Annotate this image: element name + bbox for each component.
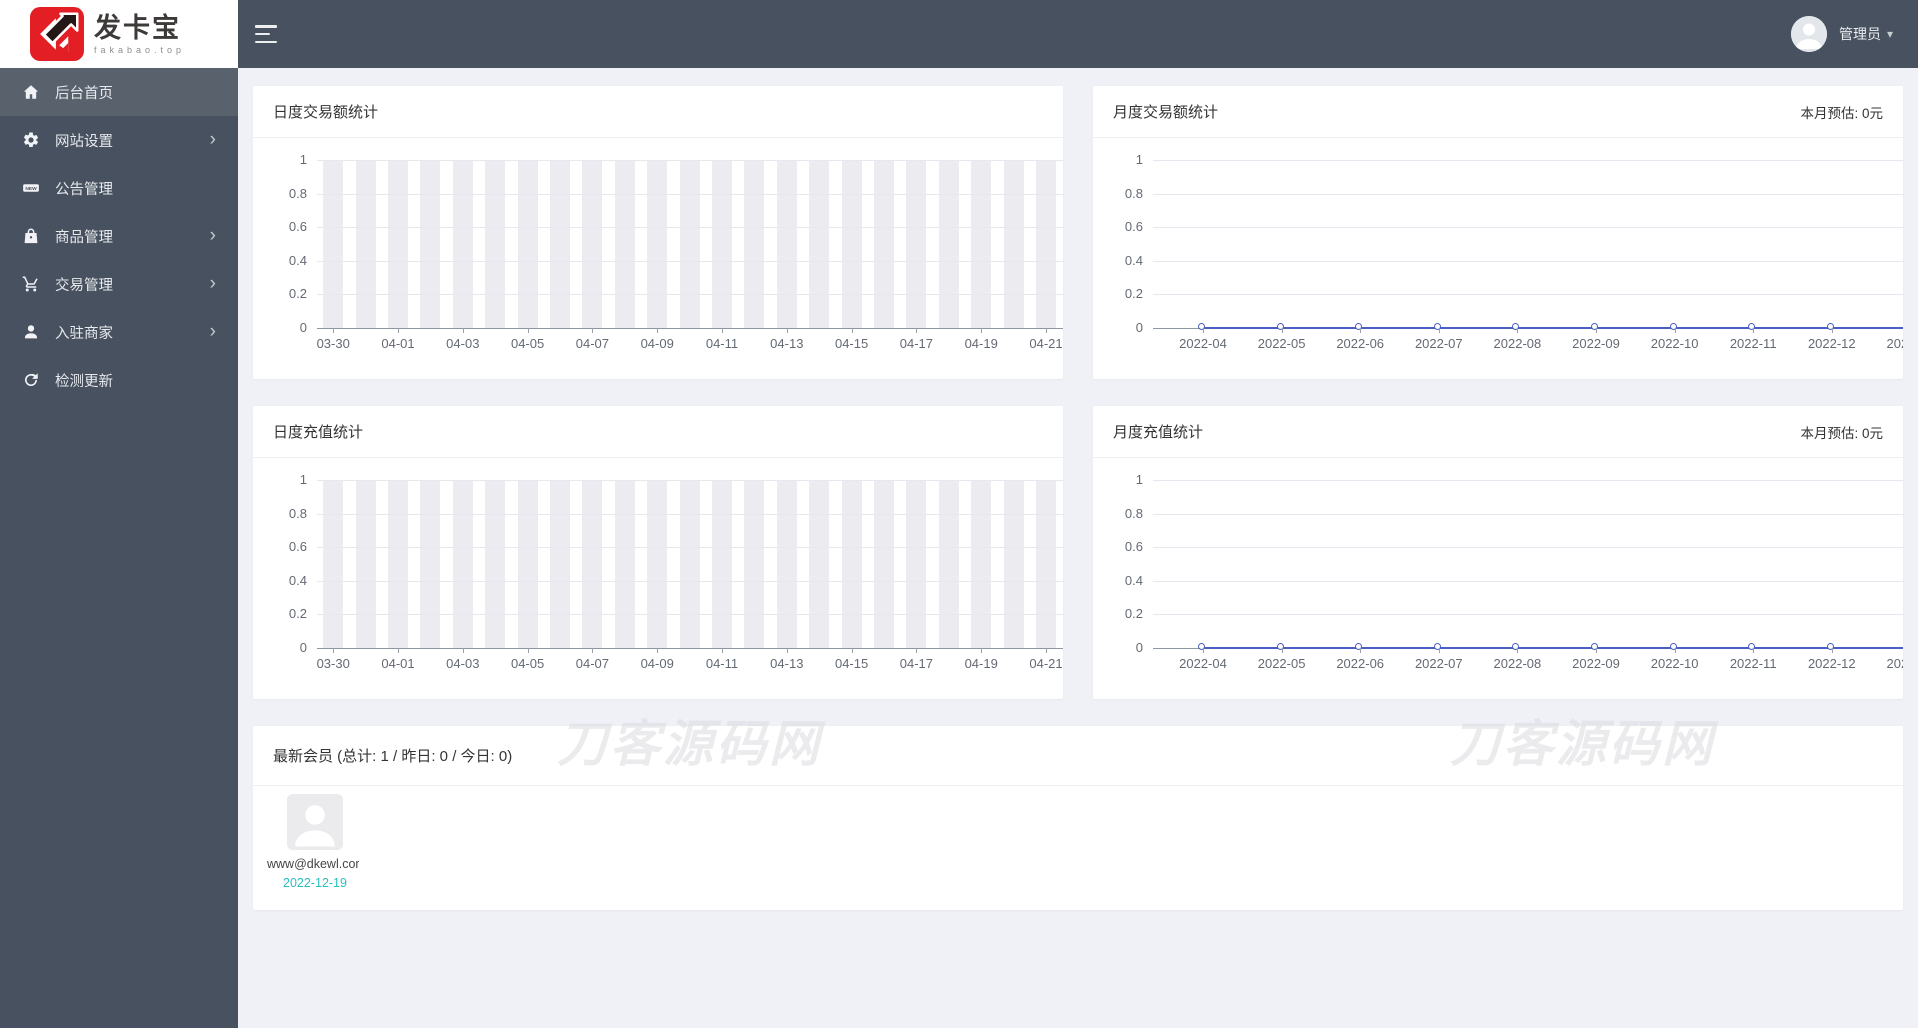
user-name[interactable]: 管理员	[1839, 24, 1881, 44]
cart-icon	[22, 275, 40, 293]
daily-recharge-chart: 0 0.2 0.4 0.6 0.8 1 03-30 04-01 04-03 04-05 04-07 0…	[253, 458, 1063, 698]
member-avatar	[287, 794, 343, 850]
monthly-estimate-label: 本月预估: 0元	[1800, 105, 1883, 121]
home-icon	[22, 83, 40, 101]
brand-domain: fakabao.top	[94, 44, 186, 55]
brand-logo-icon	[30, 7, 84, 61]
members-title: 最新会员 (总计: 1 / 昨日: 0 / 今日: 0)	[273, 748, 513, 765]
chart-title: 日度交易额统计	[273, 104, 379, 121]
chevron-down-icon: ▾	[1886, 27, 1893, 41]
card-daily-transactions: 日度交易额统计 0 0.2 0.4 0.6 0.8 1 03-30 04-01 04-03 04-…	[253, 86, 1063, 379]
member-register-date: 2022-12-19	[283, 876, 347, 890]
chevron-right-icon: ›	[209, 225, 216, 246]
card-monthly-transactions: 月度交易额统计 本月预估: 0元 0 0.2 0.4 0.6 0.8 1 2022-04 20…	[1093, 86, 1903, 379]
sidebar-item-merchants[interactable]: 入驻商家 ›	[0, 308, 238, 356]
sidebar-item-transactions[interactable]: 交易管理 ›	[0, 260, 238, 308]
sidebar-item-dashboard[interactable]: 后台首页	[0, 68, 238, 116]
top-header: 发卡宝 fakabao.top 管理员 ▾	[0, 0, 1918, 68]
sidebar-nav: 后台首页 网站设置 › NEW 公告管理 商品管理 › 交易管理 › 入驻商家 …	[0, 68, 238, 1028]
member-email: www@dkewl.com	[267, 857, 359, 871]
chevron-right-icon: ›	[209, 129, 216, 150]
menu-toggle-icon[interactable]	[255, 24, 281, 44]
brand-name: 发卡宝	[94, 12, 181, 43]
daily-transactions-chart: 0 0.2 0.4 0.6 0.8 1 03-30 04-01 04-03 04-05 04-07 0…	[253, 138, 1063, 378]
update-refresh-icon	[22, 371, 40, 389]
bag-icon	[22, 227, 40, 245]
user-avatar[interactable]	[1790, 16, 1827, 52]
user-menu[interactable]: 管理员 ▾	[1790, 16, 1893, 52]
card-daily-recharge: 日度充值统计 0 0.2 0.4 0.6 0.8 1 03-30 04-01 04-03 04-0…	[253, 406, 1063, 699]
merchant-icon	[22, 323, 40, 341]
chart-title: 月度交易额统计	[1113, 104, 1219, 121]
gear-icon	[22, 131, 40, 149]
chart-title: 月度充值统计	[1113, 424, 1204, 441]
monthly-transactions-chart: 0 0.2 0.4 0.6 0.8 1 2022-04 2022-05 2022-06 2022-…	[1093, 138, 1903, 378]
chevron-right-icon: ›	[209, 273, 216, 294]
card-monthly-recharge: 月度充值统计 本月预估: 0元 0 0.2 0.4 0.6 0.8 1 2022-04 202…	[1093, 406, 1903, 699]
svg-text:NEW: NEW	[25, 186, 37, 192]
monthly-estimate-label: 本月预估: 0元	[1800, 425, 1883, 441]
chevron-right-icon: ›	[209, 321, 216, 342]
member-item: www@dkewl.com 2022-12-19	[267, 794, 363, 890]
main-content: 日度交易额统计 0 0.2 0.4 0.6 0.8 1 03-30 04-01 04-03 04-…	[238, 68, 1918, 1028]
sidebar-item-announcements[interactable]: NEW 公告管理	[0, 164, 238, 212]
card-latest-members: 最新会员 (总计: 1 / 昨日: 0 / 今日: 0) www@dkewl.c…	[253, 726, 1903, 910]
monthly-recharge-chart: 0 0.2 0.4 0.6 0.8 1 2022-04 2022-05 2022-06 2022-…	[1093, 458, 1903, 698]
chart-title: 日度充值统计	[273, 424, 364, 441]
announcement-icon: NEW	[22, 179, 40, 197]
brand-logo: 发卡宝 fakabao.top	[0, 0, 238, 68]
sidebar-item-site-settings[interactable]: 网站设置 ›	[0, 116, 238, 164]
sidebar-item-check-updates[interactable]: 检测更新	[0, 356, 238, 404]
sidebar-item-products[interactable]: 商品管理 ›	[0, 212, 238, 260]
